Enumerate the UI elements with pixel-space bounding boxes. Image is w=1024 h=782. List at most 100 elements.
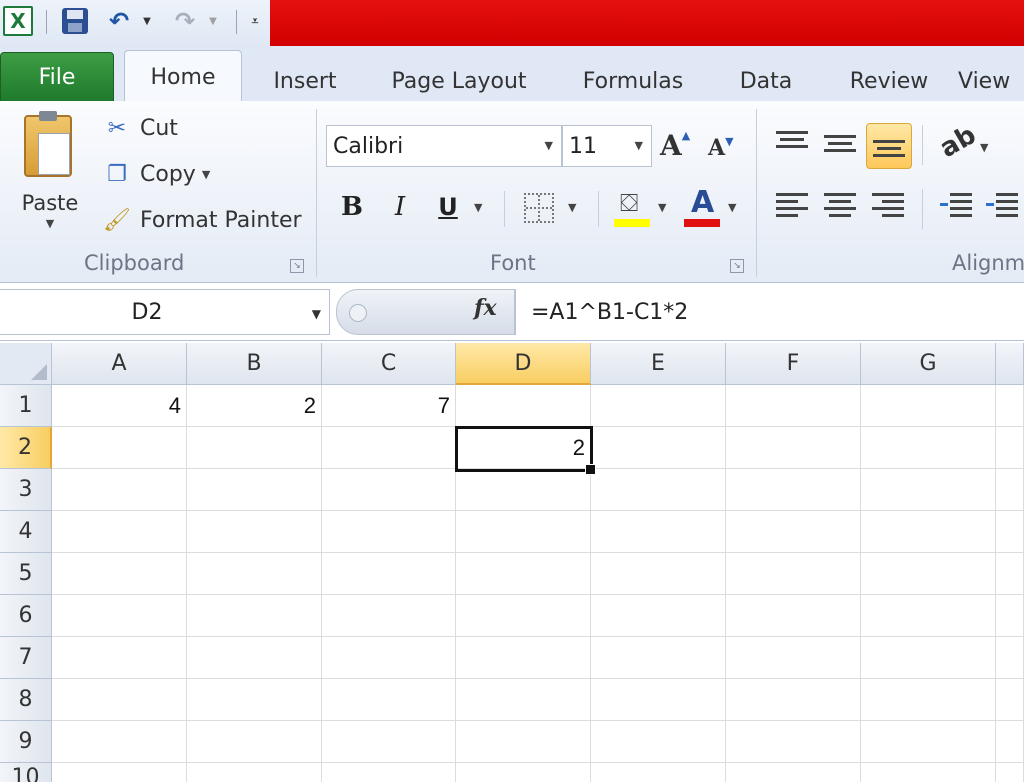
- grid-cell[interactable]: [187, 721, 322, 763]
- row-header-3[interactable]: 3: [0, 469, 52, 511]
- grid-cell[interactable]: [996, 721, 1024, 763]
- grid-cell[interactable]: [52, 637, 187, 679]
- grid-cell[interactable]: [52, 763, 187, 782]
- grid-cell[interactable]: [996, 469, 1024, 511]
- tab-page-layout[interactable]: Page Layout: [380, 60, 538, 102]
- grid-cell[interactable]: [187, 427, 322, 469]
- grid-cell[interactable]: [861, 553, 996, 595]
- customize-toolbar-icon[interactable]: ⩡: [246, 5, 264, 37]
- grid-cell[interactable]: [456, 469, 591, 511]
- font-name-select[interactable]: Calibri ▼: [326, 125, 562, 167]
- grid-cell[interactable]: [591, 679, 726, 721]
- worksheet-grid[interactable]: A B C D E F G 1 2 3 4 5 6 7 8 9 10 4 2 7…: [0, 343, 1024, 782]
- grid-cell[interactable]: [456, 679, 591, 721]
- align-top-icon[interactable]: [776, 131, 810, 161]
- fill-color-button[interactable]: ⛋: [614, 187, 650, 227]
- grid-cell[interactable]: [456, 637, 591, 679]
- column-header-a[interactable]: A: [52, 343, 187, 385]
- grid-cell[interactable]: [726, 553, 861, 595]
- grid-cell[interactable]: [456, 721, 591, 763]
- excel-logo-icon[interactable]: X: [3, 6, 33, 36]
- tab-review[interactable]: Review: [838, 60, 940, 102]
- italic-button[interactable]: I: [382, 187, 418, 227]
- grid-cell[interactable]: [726, 427, 861, 469]
- grid-cell[interactable]: [187, 553, 322, 595]
- grid-cell[interactable]: [591, 385, 726, 427]
- row-header-8[interactable]: 8: [0, 679, 52, 721]
- grid-cell[interactable]: [996, 427, 1024, 469]
- grid-cell[interactable]: [322, 679, 456, 721]
- grid-cell[interactable]: [591, 553, 726, 595]
- grid-cell[interactable]: [591, 595, 726, 637]
- cell-c1[interactable]: 7: [322, 385, 456, 427]
- grid-cell[interactable]: [591, 637, 726, 679]
- grid-cell[interactable]: [996, 595, 1024, 637]
- borders-icon[interactable]: [524, 193, 554, 223]
- grid-cell[interactable]: [187, 469, 322, 511]
- grid-cell[interactable]: [187, 637, 322, 679]
- grid-cell[interactable]: [456, 553, 591, 595]
- align-center-icon[interactable]: [824, 193, 858, 223]
- grid-cell[interactable]: [861, 637, 996, 679]
- grid-cell[interactable]: [861, 763, 996, 782]
- grid-cell[interactable]: [52, 553, 187, 595]
- grid-cell[interactable]: [591, 469, 726, 511]
- tab-home[interactable]: Home: [124, 50, 242, 104]
- tab-formulas[interactable]: Formulas: [570, 60, 696, 102]
- grid-cell[interactable]: [322, 721, 456, 763]
- dialog-launcher-icon[interactable]: ↘: [290, 259, 304, 273]
- grid-cell[interactable]: [322, 763, 456, 782]
- insert-function-icon[interactable]: fx: [474, 295, 497, 321]
- chevron-down-icon[interactable]: ▼: [980, 141, 988, 154]
- grid-cell[interactable]: [996, 679, 1024, 721]
- grid-cell[interactable]: [591, 511, 726, 553]
- row-header-4[interactable]: 4: [0, 511, 52, 553]
- save-icon[interactable]: [60, 5, 90, 37]
- cell-a1[interactable]: 4: [52, 385, 187, 427]
- font-size-select[interactable]: 11 ▼: [562, 125, 652, 167]
- grid-cell[interactable]: [861, 469, 996, 511]
- align-left-icon[interactable]: [776, 193, 810, 223]
- grid-cell[interactable]: [322, 637, 456, 679]
- cell-b1[interactable]: 2: [187, 385, 322, 427]
- underline-button[interactable]: U: [430, 187, 466, 227]
- dialog-launcher-icon[interactable]: ↘: [730, 259, 744, 273]
- grid-cell[interactable]: [726, 511, 861, 553]
- grid-cell[interactable]: [52, 427, 187, 469]
- decrease-indent-icon[interactable]: [940, 193, 974, 223]
- bold-button[interactable]: B: [334, 187, 370, 227]
- chevron-down-icon[interactable]: ▼: [202, 168, 210, 181]
- column-header-f[interactable]: F: [726, 343, 861, 385]
- grid-cell[interactable]: [591, 763, 726, 782]
- chevron-down-icon[interactable]: ▼: [474, 201, 482, 214]
- column-header-e[interactable]: E: [591, 343, 726, 385]
- grid-cell[interactable]: [456, 595, 591, 637]
- grow-font-icon[interactable]: A▲: [660, 129, 690, 162]
- tab-data[interactable]: Data: [728, 60, 804, 102]
- grid-cell[interactable]: [726, 679, 861, 721]
- grid-cell[interactable]: [322, 427, 456, 469]
- column-header-d[interactable]: D: [456, 343, 591, 385]
- redo-icon[interactable]: ↷: [170, 5, 200, 37]
- undo-icon[interactable]: ↶: [104, 5, 134, 37]
- font-color-button[interactable]: A: [684, 185, 720, 227]
- column-header-b[interactable]: B: [187, 343, 322, 385]
- grid-cell[interactable]: [187, 763, 322, 782]
- grid-cell[interactable]: [726, 721, 861, 763]
- column-header-c[interactable]: C: [322, 343, 456, 385]
- grid-cell[interactable]: [187, 595, 322, 637]
- grid-cell[interactable]: [52, 721, 187, 763]
- grid-cell[interactable]: [52, 595, 187, 637]
- grid-cell[interactable]: [996, 763, 1024, 782]
- row-header-1[interactable]: 1: [0, 385, 52, 427]
- paste-button[interactable]: Paste ▼: [14, 111, 86, 239]
- grid-cell[interactable]: [322, 595, 456, 637]
- grid-cell[interactable]: [726, 637, 861, 679]
- grid-cell[interactable]: [726, 595, 861, 637]
- grid-cell[interactable]: [591, 427, 726, 469]
- tab-file[interactable]: File: [0, 52, 114, 102]
- chevron-down-icon[interactable]: ▼: [658, 201, 666, 214]
- redo-dropdown-icon[interactable]: ▼: [206, 5, 220, 37]
- row-header-2[interactable]: 2: [0, 427, 52, 469]
- align-right-icon[interactable]: [872, 193, 906, 223]
